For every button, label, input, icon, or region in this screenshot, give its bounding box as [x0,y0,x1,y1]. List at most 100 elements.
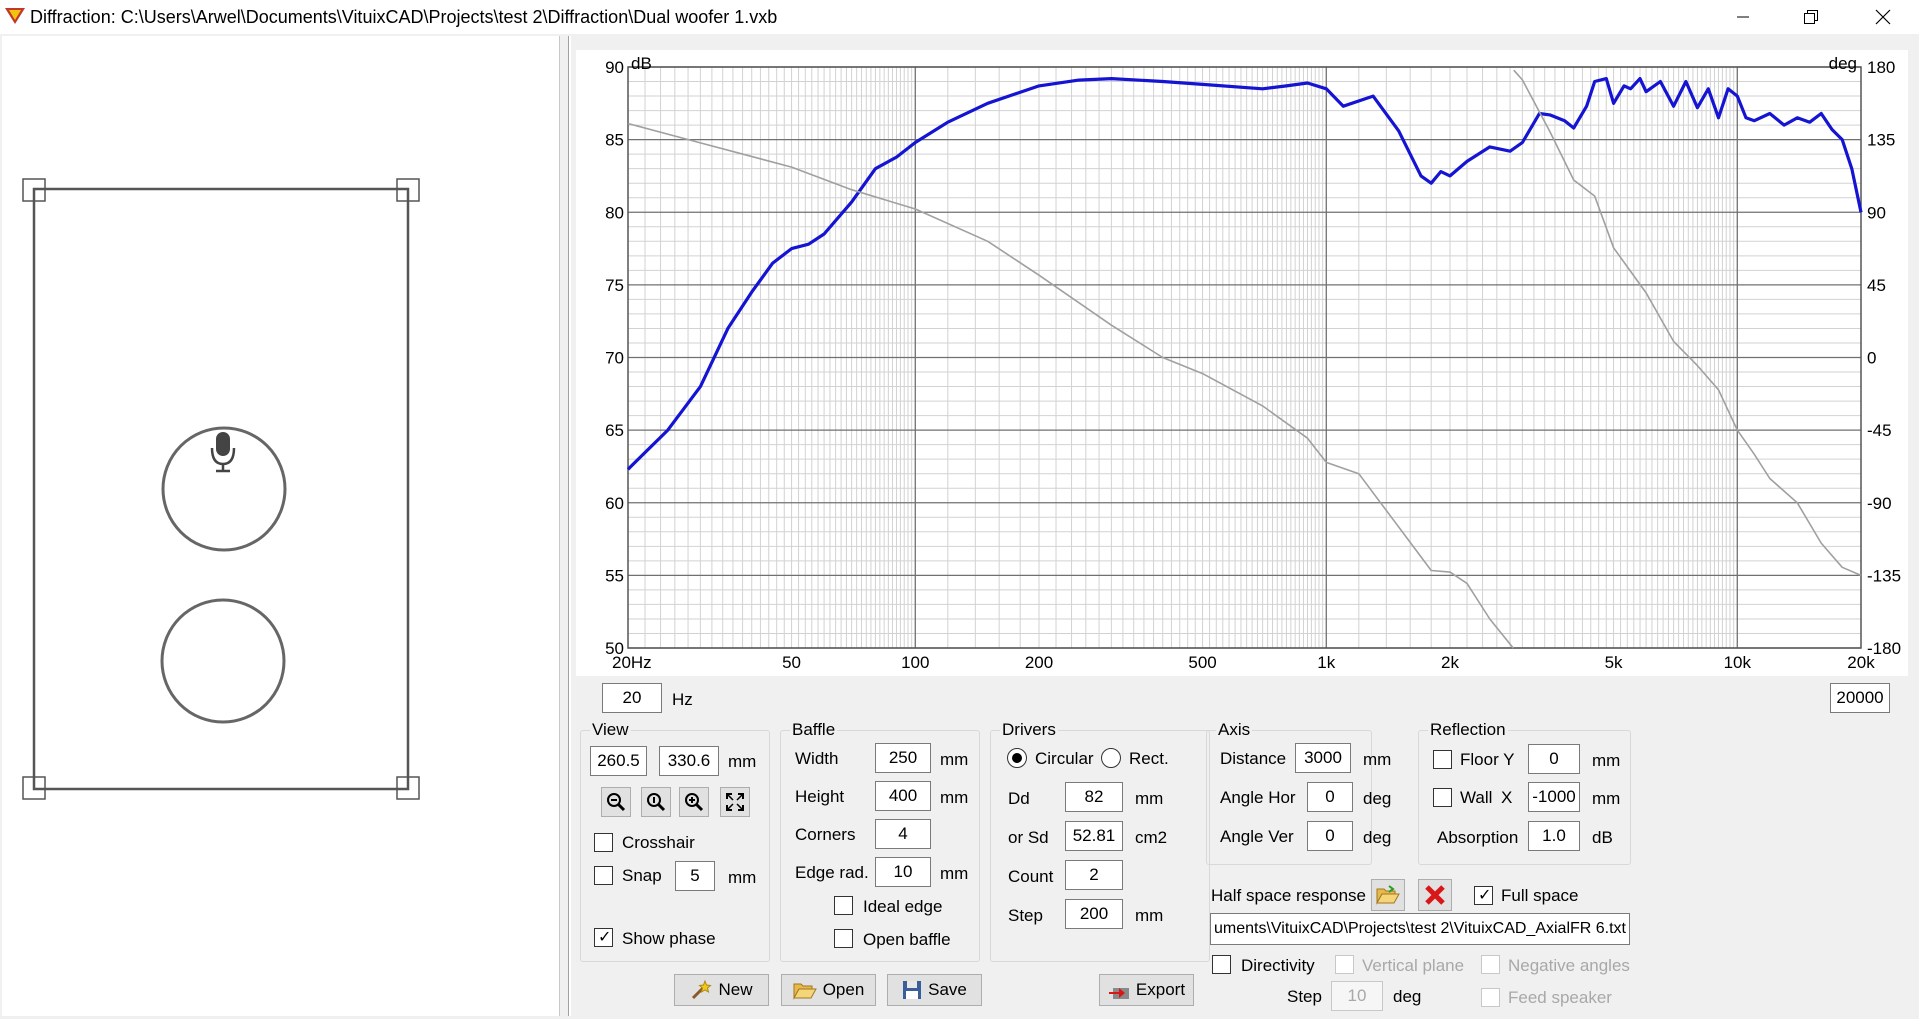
frequency-response-graph[interactable]: 90 85 80 75 70 65 60 55 50 180 135 90 45 0 -45 -90 -135-… [576,50,1908,676]
step-label: Step [1008,906,1043,925]
crosshair-checkbox[interactable] [594,833,613,852]
open-baffle-checkbox[interactable] [834,929,853,948]
fit-view-icon [726,793,744,811]
step-input[interactable]: 200 [1065,899,1123,929]
floor-checkbox[interactable] [1433,750,1452,769]
window-title: Diffraction: C:\Users\Arwel\Documents\Vi… [30,7,778,27]
directivity-checkbox[interactable] [1212,955,1231,974]
ideal-edge-label: Ideal edge [863,897,943,916]
absorption-input[interactable]: 1.0 [1528,821,1580,851]
edge-label: Edge rad. [795,863,869,882]
show-phase-checkbox[interactable]: ✓ [594,928,613,947]
new-button[interactable]: New [674,974,769,1006]
close-button[interactable] [1855,0,1911,34]
export-button-label: Export [1135,980,1186,999]
floor-label: Floor Y [1460,750,1515,769]
rect-radio[interactable] [1101,748,1121,768]
wall-input[interactable]: -1000 [1528,782,1580,812]
snap-checkbox[interactable] [594,866,613,885]
freq-tick-label: 1k [1317,653,1335,672]
full-space-checkbox[interactable]: ✓ [1474,886,1493,905]
floppy-disk-icon [903,981,922,999]
db-tick-label: 75 [605,276,624,295]
full-space-label: Full space [1501,886,1579,905]
dd-label: Dd [1008,789,1030,808]
freq-tick-label: 20k [1847,653,1875,672]
height-unit-label: mm [940,788,969,807]
title-bar: Diffraction: C:\Users\Arwel\Documents\Vi… [0,0,1919,34]
angle-hor-input[interactable]: 0 [1307,782,1353,812]
save-button[interactable]: Save [887,974,982,1006]
feed-speaker-checkbox[interactable] [1481,988,1500,1007]
distance-unit-label: mm [1363,750,1392,769]
vertical-plane-checkbox[interactable] [1335,955,1354,974]
export-button[interactable]: Export [1099,974,1194,1006]
baffle-drawing[interactable] [2,36,560,1016]
folder-open-icon [1376,885,1400,905]
angle-ver-label: Angle Ver [1220,827,1294,846]
db-tick-label: 65 [605,421,624,440]
width-input[interactable]: 250 [875,743,931,773]
new-button-label: New [718,980,753,999]
delete-x-icon [1425,885,1445,905]
open-half-space-button[interactable] [1371,879,1405,911]
open-button[interactable]: Open [781,974,876,1006]
half-space-label: Half space response [1211,886,1366,905]
baffle-group-title: Baffle [790,720,838,740]
deg-tick-label: 180 [1867,58,1895,77]
deg-tick-label: -135 [1867,566,1901,585]
freq-tick-label: 20Hz [612,653,652,672]
open-button-label: Open [822,980,865,999]
circular-label: Circular [1035,749,1094,768]
zoom-in-icon [685,793,704,812]
directivity-step-input[interactable]: 10 [1331,981,1383,1011]
wall-unit-label: mm [1592,789,1621,808]
angle-ver-input[interactable]: 0 [1307,821,1353,851]
zoom-in-button[interactable] [679,787,709,817]
splitter[interactable] [568,36,571,1016]
freq-tick-label: 5k [1605,653,1623,672]
circular-radio[interactable] [1007,748,1027,768]
dd-input[interactable]: 82 [1065,782,1123,812]
negative-angles-checkbox[interactable] [1481,955,1500,974]
sd-input[interactable]: 52.81 [1065,821,1123,851]
snap-input[interactable]: 5 [675,861,715,891]
deg-tick-label: 45 [1867,276,1886,295]
deg-tick-label: 90 [1867,203,1886,222]
minimize-button[interactable] [1715,0,1771,34]
axis-group-title: Axis [1216,720,1253,740]
feed-speaker-label: Feed speaker [1508,988,1612,1007]
count-input[interactable]: 2 [1065,860,1123,890]
zoom-out-button[interactable] [601,787,631,817]
clear-half-space-button[interactable] [1418,879,1452,911]
close-icon [1875,9,1891,25]
corners-input[interactable]: 4 [875,819,931,849]
distance-input[interactable]: 3000 [1295,743,1351,773]
db-tick-label: 55 [605,566,624,585]
view-unit-label: mm [728,752,757,771]
half-space-path-input[interactable]: uments\VituixCAD\Projects\test 2\VituixC… [1210,913,1630,945]
edge-input[interactable]: 10 [875,857,931,887]
baffle-view[interactable] [2,36,560,1016]
restore-button[interactable] [1783,0,1839,34]
angle-hor-unit-label: deg [1363,789,1392,808]
wall-checkbox[interactable] [1433,788,1452,807]
edge-unit-label: mm [940,864,969,883]
wall-axis-label: X [1501,788,1513,807]
freq-tick-label: 10k [1724,653,1752,672]
microphone-icon[interactable] [210,432,236,473]
magic-wand-icon [692,979,713,1000]
crosshair-label: Crosshair [622,833,695,852]
graph-canvas: 90858075706560555018013590450-45-90-135-… [605,54,1901,672]
rect-label: Rect. [1129,749,1169,768]
zoom-actual-button[interactable] [641,787,671,817]
zoom-fit-button[interactable] [720,787,750,817]
ideal-edge-checkbox[interactable] [834,896,853,915]
min-freq-input[interactable]: 20 [602,683,662,713]
width-unit-label: mm [940,750,969,769]
floor-input[interactable]: 0 [1528,744,1580,774]
height-input[interactable]: 400 [875,781,931,811]
max-freq-input[interactable]: 20000 [1830,683,1890,713]
driver-circle[interactable] [160,598,286,724]
minimize-icon [1737,16,1749,18]
